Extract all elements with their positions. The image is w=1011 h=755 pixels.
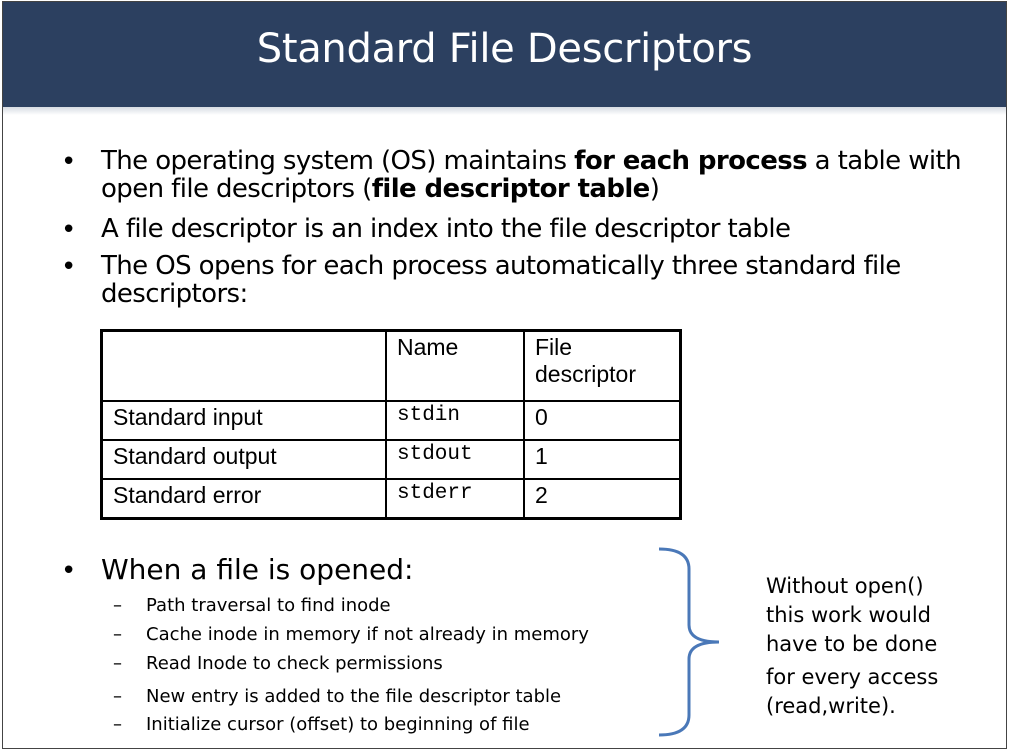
side-note: Without open() this work would have to b… [766, 572, 996, 721]
bullet-1-post: ) [649, 174, 660, 204]
note-line: (read,write). [766, 694, 896, 718]
note-line: for every access [766, 665, 939, 689]
note-line: this work would [766, 603, 931, 627]
bullet-1-bold-process: for each process [574, 146, 808, 176]
bullet-2-text: A file descriptor is an index into the f… [101, 214, 791, 244]
table-header-row: Name File descriptor [101, 330, 681, 402]
row-label: Standard output [101, 439, 387, 480]
bullet-symbol: • [61, 252, 76, 282]
bullet-symbol: • [61, 556, 76, 586]
row-fd: 0 [523, 400, 681, 441]
table-header-cell: Name [385, 330, 525, 402]
table-header-cell [101, 330, 387, 402]
row-name: stdout [385, 439, 525, 480]
row-fd: 2 [523, 478, 681, 519]
step-text: Initialize cursor (offset) to beginning … [146, 714, 530, 735]
row-label: Standard input [101, 400, 387, 441]
note-line: Without open() [766, 574, 924, 598]
table-row: Standard output stdout 1 [101, 439, 681, 480]
title-shadow-strip [3, 107, 1006, 115]
slide: Standard File Descriptors • The operatin… [2, 1, 1007, 749]
dash-marker: – [113, 686, 122, 707]
step-text: Path traversal to find inode [146, 595, 391, 616]
row-name: stdin [385, 400, 525, 441]
title-bar: Standard File Descriptors [3, 2, 1006, 115]
curly-brace-icon [658, 547, 720, 737]
step-text: Cache inode in memory if not already in … [146, 624, 589, 645]
slide-title: Standard File Descriptors [256, 26, 753, 72]
table-row: Standard error stderr 2 [101, 478, 681, 519]
bullet-3-text: The OS opens for each process automatica… [101, 251, 901, 309]
row-fd: 1 [523, 439, 681, 480]
bullet-symbol: • [61, 147, 76, 177]
bullet-1-bold-fd-table: file descriptor table [371, 174, 651, 204]
dash-marker: – [113, 653, 122, 674]
bullet-symbol: • [61, 215, 76, 245]
dash-marker: – [113, 624, 122, 645]
table-row: Standard input stdin 0 [101, 400, 681, 441]
bullet-1-pre: The operating system (OS) maintains [101, 146, 575, 176]
step-text: Read Inode to check permissions [146, 653, 443, 674]
row-label: Standard error [101, 478, 387, 519]
dash-marker: – [113, 595, 122, 616]
note-line: have to be done [766, 632, 938, 656]
table-header-cell: File descriptor [523, 330, 681, 402]
step-text: New entry is added to the file descripto… [146, 686, 562, 707]
row-name: stderr [385, 478, 525, 519]
dash-marker: – [113, 714, 122, 735]
fd-table: Name File descriptor Standard input stdi… [100, 329, 682, 520]
bullet-1-text: The operating system (OS) maintains for … [101, 146, 962, 204]
